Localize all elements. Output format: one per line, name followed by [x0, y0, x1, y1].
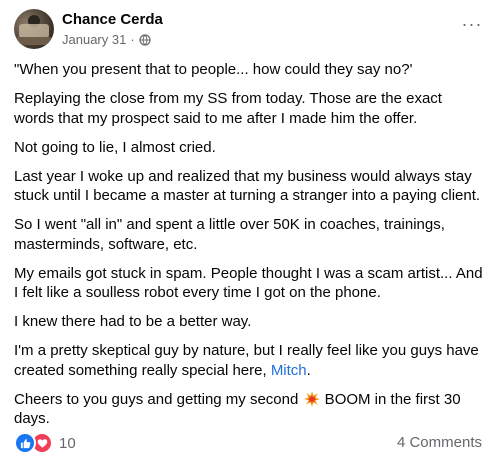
post-paragraph: I'm a pretty skeptical guy by nature, bu… [14, 341, 484, 380]
post-paragraph: So I went "all in" and spent a little ov… [14, 216, 445, 253]
post-footer: 10 4 Comments [14, 430, 482, 454]
post-paragraph: Not going to lie, I almost cried. [14, 138, 216, 156]
author-name[interactable]: Chance Cerda [62, 11, 163, 28]
like-icon [14, 432, 36, 454]
post-paragraph: Cheers to you guys and getting my second… [14, 390, 484, 429]
avatar[interactable] [14, 9, 54, 49]
reactions-summary[interactable]: 10 [14, 432, 76, 454]
more-options-button[interactable]: ··· [460, 14, 484, 34]
post-paragraph: My emails got stuck in spam. People thou… [14, 264, 483, 302]
post-header: Chance Cerda January 31 · ··· [14, 9, 484, 49]
paragraph-text: Cheers to you guys and getting my second [14, 390, 303, 408]
mention-link[interactable]: Mitch [271, 362, 307, 379]
post-date[interactable]: January 31 [62, 32, 126, 47]
comments-link[interactable]: 4 Comments [397, 434, 482, 451]
post-card: Chance Cerda January 31 · ··· "When you … [0, 0, 496, 462]
meta-separator: · [130, 32, 135, 47]
paragraph-text: I'm a pretty skeptical guy by nature, bu… [14, 342, 479, 379]
paragraph-text: . [306, 361, 311, 379]
post-paragraph: Replaying the close from my SS from toda… [14, 90, 442, 127]
post-paragraph: Last year I woke up and realized that my… [14, 167, 481, 205]
post-paragraph: I knew there had to be a better way. [14, 313, 252, 330]
post-body: "When you present that to people... how … [14, 60, 484, 438]
collision-icon [303, 390, 320, 407]
reaction-count: 10 [59, 434, 76, 452]
post-paragraph: "When you present that to people... how … [14, 61, 413, 78]
globe-icon [139, 33, 151, 46]
post-meta: January 31 · [62, 32, 151, 47]
